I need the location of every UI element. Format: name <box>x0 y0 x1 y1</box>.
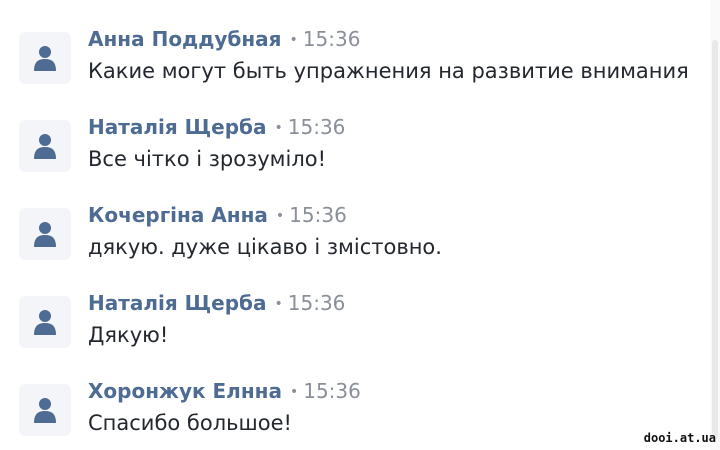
avatar[interactable] <box>19 120 71 172</box>
message-time: 15:36 <box>287 115 346 139</box>
message-meta: Хоронжук Елнна • 15:36 <box>88 378 361 404</box>
message-time: 15:36 <box>289 203 347 227</box>
author-name[interactable]: Анна Поддубная <box>88 27 282 51</box>
message-meta: Анна Поддубная • 15:36 <box>88 26 360 52</box>
message-meta: Кочергіна Анна • 15:36 <box>88 202 347 228</box>
author-name[interactable]: Наталія Щерба <box>88 115 267 139</box>
message-text: дякую. дуже цікаво і змістовно. <box>88 235 442 259</box>
avatar[interactable] <box>19 384 71 436</box>
user-icon <box>34 222 56 247</box>
message-meta: Наталія Щерба • 15:36 <box>88 290 345 316</box>
user-icon <box>34 310 56 335</box>
separator-dot: • <box>274 296 283 312</box>
chat-message: Наталія Щерба • 15:36 Все чітко і зрозуміл… <box>0 88 705 176</box>
chat-message-list: Анна Поддубная • 15:36 Какие могут быть уп… <box>0 0 720 450</box>
avatar[interactable] <box>19 32 71 84</box>
message-text: Спасибо большое! <box>88 411 292 435</box>
watermark: dooi.at.ua <box>643 431 716 445</box>
scrollbar-thumb[interactable] <box>712 40 718 440</box>
message-time: 15:36 <box>287 291 346 315</box>
user-icon <box>34 134 56 159</box>
avatar[interactable] <box>19 296 71 348</box>
message-text: Дякую! <box>88 323 169 347</box>
separator-dot: • <box>289 384 299 400</box>
avatar[interactable] <box>19 208 71 260</box>
user-icon <box>34 398 56 423</box>
message-text: Все чітко і зрозуміло! <box>88 147 327 171</box>
separator-dot: • <box>275 208 285 224</box>
message-meta: Наталія Щерба • 15:36 <box>88 114 345 140</box>
chat-message: Хоронжук Елнна • 15:36 Спасибо большое! <box>0 352 705 440</box>
message-text: Какие могут быть упражнения на развитие … <box>88 59 689 83</box>
chat-message: Анна Поддубная • 15:36 Какие могут быть уп… <box>0 0 705 88</box>
chat-message: Кочергіна Анна • 15:36 дякую. дуже цікаво … <box>0 176 705 264</box>
message-time: 15:36 <box>303 379 361 403</box>
chat-message: Наталія Щерба • 15:36 Дякую! <box>0 264 705 352</box>
message-time: 15:36 <box>302 27 361 51</box>
user-icon <box>34 46 56 71</box>
author-name[interactable]: Наталія Щерба <box>88 291 267 315</box>
author-name[interactable]: Хоронжук Елнна <box>88 379 282 403</box>
author-name[interactable]: Кочергіна Анна <box>88 203 268 227</box>
separator-dot: • <box>274 120 283 136</box>
separator-dot: • <box>289 32 298 48</box>
